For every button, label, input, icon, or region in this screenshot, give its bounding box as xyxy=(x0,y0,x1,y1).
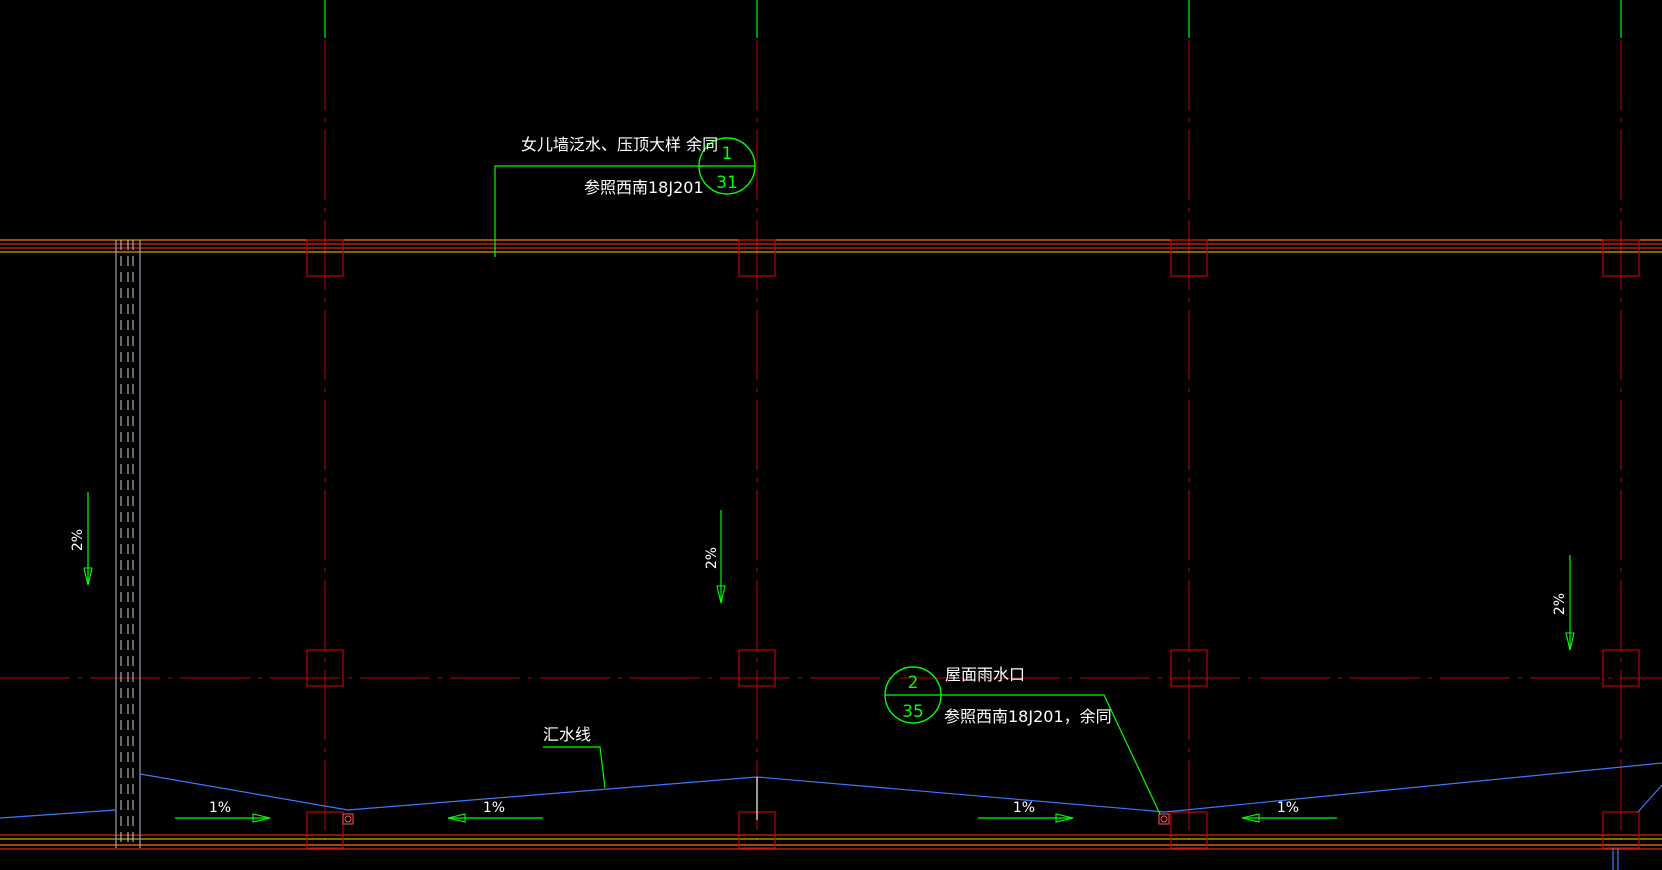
detail-reference: 参照西南18J201 xyxy=(584,178,704,197)
detail-title: 女儿墙泛水、压顶大样 余同 xyxy=(521,135,718,154)
detail-number: 1 xyxy=(722,144,733,164)
slope-label: 2% xyxy=(70,529,86,551)
detail-number: 2 xyxy=(908,673,919,693)
detail-title: 屋面雨水口 xyxy=(945,665,1025,684)
valley-label: 汇水线 xyxy=(543,725,591,744)
slope-label: 2% xyxy=(1552,593,1568,615)
background xyxy=(0,0,1662,870)
slope-label: 1% xyxy=(1277,800,1299,816)
slope-label: 1% xyxy=(483,800,505,816)
slope-label: 2% xyxy=(704,547,720,569)
detail-sheet: 35 xyxy=(902,702,924,722)
detail-reference: 参照西南18J201，余同 xyxy=(944,707,1112,726)
slope-label: 1% xyxy=(1013,800,1035,816)
cad-drawing-canvas: 1 31 女儿墙泛水、压顶大样 余同 参照西南18J201 2 35 屋面雨水口… xyxy=(0,0,1662,870)
detail-sheet: 31 xyxy=(716,173,738,193)
slope-label: 1% xyxy=(209,800,231,816)
